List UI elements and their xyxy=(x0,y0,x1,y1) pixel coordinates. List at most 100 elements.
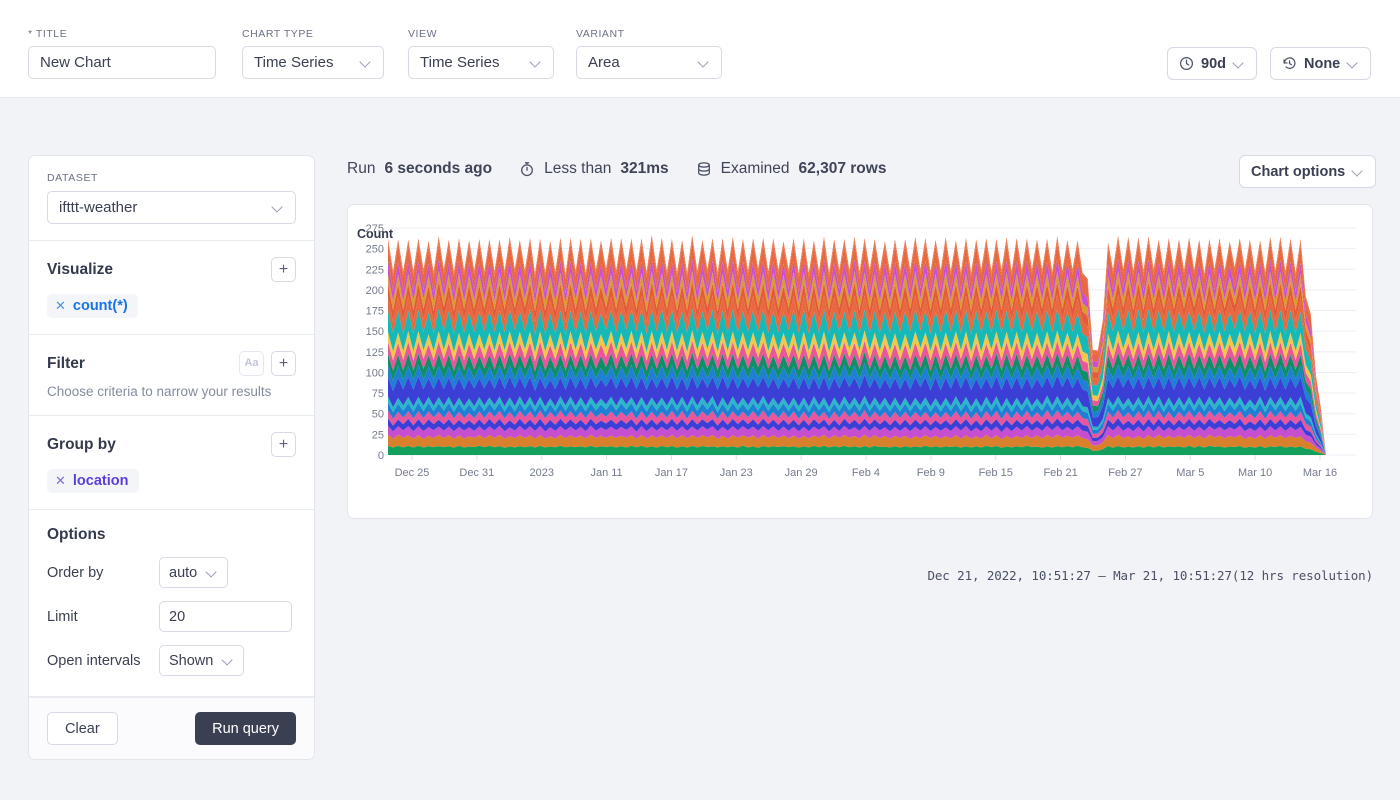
time-range-button[interactable]: 90d xyxy=(1167,47,1257,80)
order-by-value: auto xyxy=(169,564,198,581)
chart-options-button[interactable]: Chart options xyxy=(1239,155,1377,188)
duration-value: 321ms xyxy=(620,160,669,177)
options-section: Options Order by auto Limit 20 Open inte… xyxy=(29,510,314,697)
svg-text:Dec 31: Dec 31 xyxy=(459,467,494,479)
database-icon xyxy=(696,161,712,177)
open-intervals-select[interactable]: Shown xyxy=(159,645,245,676)
svg-text:Jan 29: Jan 29 xyxy=(785,467,818,479)
chart-type-field-group: CHART TYPE Time Series xyxy=(242,28,384,79)
group-by-section: Group by + ✕ location xyxy=(29,416,314,510)
svg-text:275: 275 xyxy=(366,223,384,235)
dataset-section: DATASET ifttt-weather xyxy=(29,156,314,241)
visualize-title: Visualize xyxy=(47,260,114,278)
chart-type-value: Time Series xyxy=(254,54,334,71)
group-by-chip-label: location xyxy=(72,473,129,489)
group-by-title: Group by xyxy=(47,435,116,453)
time-range-value: 90d xyxy=(1201,55,1226,72)
query-status-bar: Run 6 seconds ago Less than 321ms Examin… xyxy=(347,160,886,178)
clear-button[interactable]: Clear xyxy=(47,712,118,745)
chart-type-select[interactable]: Time Series xyxy=(242,46,384,79)
svg-text:Feb 27: Feb 27 xyxy=(1108,467,1142,479)
svg-text:100: 100 xyxy=(366,367,384,379)
variant-select[interactable]: Area xyxy=(576,46,722,79)
svg-text:Jan 11: Jan 11 xyxy=(590,467,622,479)
dataset-select[interactable]: ifttt-weather xyxy=(47,191,296,224)
run-query-button[interactable]: Run query xyxy=(195,712,296,745)
svg-text:Dec 25: Dec 25 xyxy=(395,467,430,479)
view-field-group: VIEW Time Series xyxy=(408,28,554,79)
top-toolbar: * TITLE New Chart CHART TYPE Time Series… xyxy=(0,0,1400,98)
examined-prefix: Examined xyxy=(720,160,790,177)
title-label: * TITLE xyxy=(28,28,68,40)
view-value: Time Series xyxy=(420,54,500,71)
examined-value: 62,307 rows xyxy=(798,160,887,177)
clock-icon xyxy=(1179,56,1194,71)
visualize-section: Visualize + ✕ count(*) xyxy=(29,241,314,335)
svg-text:50: 50 xyxy=(372,409,384,421)
stopwatch-icon xyxy=(519,161,535,177)
svg-text:Mar 10: Mar 10 xyxy=(1238,467,1272,479)
filter-title: Filter xyxy=(47,354,85,372)
group-by-chip[interactable]: ✕ location xyxy=(47,469,139,493)
limit-input[interactable]: 20 xyxy=(159,601,292,632)
compare-button[interactable]: None xyxy=(1270,47,1372,80)
limit-row: Limit 20 xyxy=(47,601,296,632)
visualize-header: Visualize + xyxy=(47,257,296,282)
query-builder-panel: DATASET ifttt-weather Visualize + ✕ coun… xyxy=(28,155,315,760)
view-select[interactable]: Time Series xyxy=(408,46,554,79)
visualize-chip-label: count(*) xyxy=(72,298,128,314)
svg-text:Feb 9: Feb 9 xyxy=(917,467,945,479)
panel-actions: Clear Run query xyxy=(29,697,314,759)
filter-header-buttons: Aa + xyxy=(239,351,296,376)
visualize-chip[interactable]: ✕ count(*) xyxy=(47,294,138,318)
options-title: Options xyxy=(47,526,106,543)
compare-value: None xyxy=(1304,55,1341,72)
chevron-down-icon xyxy=(223,655,234,666)
add-filter-button[interactable]: + xyxy=(271,351,296,376)
filter-text-mode-button[interactable]: Aa xyxy=(239,351,264,376)
svg-text:200: 200 xyxy=(366,285,384,297)
add-visualize-button[interactable]: + xyxy=(271,257,296,282)
stacked-area-chart[interactable]: 0 25 50 75 100 125 150 175 200 225 250 275 Dec 25 Dec… xyxy=(348,205,1374,520)
variant-field-group: VARIANT Area xyxy=(576,28,722,79)
svg-text:Feb 15: Feb 15 xyxy=(979,467,1013,479)
svg-text:250: 250 xyxy=(366,244,384,256)
svg-text:Feb 21: Feb 21 xyxy=(1043,467,1077,479)
limit-label: Limit xyxy=(47,608,78,625)
filter-hint: Choose criteria to narrow your results xyxy=(47,384,272,399)
svg-text:25: 25 xyxy=(372,429,384,441)
order-by-row: Order by auto xyxy=(47,557,296,588)
title-input[interactable]: New Chart xyxy=(28,46,216,79)
chart-type-label: CHART TYPE xyxy=(242,28,314,40)
open-intervals-value: Shown xyxy=(169,652,214,669)
svg-text:Mar 5: Mar 5 xyxy=(1176,467,1204,479)
duration-prefix: Less than xyxy=(544,160,612,177)
svg-text:Mar 16: Mar 16 xyxy=(1303,467,1337,479)
chevron-down-icon xyxy=(531,57,542,68)
variant-value: Area xyxy=(588,54,620,71)
open-intervals-row: Open intervals Shown xyxy=(47,645,296,676)
svg-text:Feb 4: Feb 4 xyxy=(852,467,880,479)
remove-icon[interactable]: ✕ xyxy=(55,298,66,314)
remove-icon[interactable]: ✕ xyxy=(55,473,66,489)
svg-text:2023: 2023 xyxy=(529,467,553,479)
svg-text:75: 75 xyxy=(372,388,384,400)
time-range-caption: Dec 21, 2022, 10:51:27 — Mar 21, 10:51:2… xyxy=(927,568,1373,583)
filter-section: Filter Aa + Choose criteria to narrow yo… xyxy=(29,335,314,416)
order-by-select[interactable]: auto xyxy=(159,557,229,588)
group-by-header: Group by + xyxy=(47,432,296,457)
chart-plot[interactable]: 0 25 50 75 100 125 150 175 200 225 250 275 Dec 25 Dec… xyxy=(348,205,1374,520)
svg-text:125: 125 xyxy=(366,347,384,359)
svg-text:175: 175 xyxy=(366,306,384,318)
chart-card: Count 0 25 50 75 100 125 150 175 200 225 250 275 Dec… xyxy=(347,204,1373,519)
chevron-down-icon xyxy=(1353,166,1364,177)
svg-text:Jan 23: Jan 23 xyxy=(720,467,753,479)
svg-text:Jan 17: Jan 17 xyxy=(655,467,688,479)
chart-options-label: Chart options xyxy=(1251,163,1346,180)
add-group-by-button[interactable]: + xyxy=(271,432,296,457)
chevron-down-icon xyxy=(699,57,710,68)
svg-text:225: 225 xyxy=(366,264,384,276)
chevron-down-icon xyxy=(1234,58,1245,69)
dataset-value: ifttt-weather xyxy=(59,199,138,216)
chevron-down-icon xyxy=(361,57,372,68)
